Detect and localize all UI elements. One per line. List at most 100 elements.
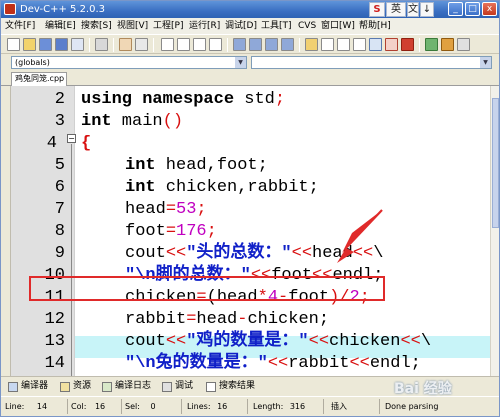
redo-icon[interactable] — [135, 38, 148, 51]
print-icon[interactable] — [95, 38, 108, 51]
menu-cvs[interactable]: CVS — [298, 20, 316, 32]
chevron-down-icon[interactable]: ▼ — [235, 57, 246, 68]
ime-extra-button[interactable]: 文 — [407, 2, 419, 17]
menu-window[interactable]: 窗口[W] — [321, 20, 355, 32]
toolbar-separator — [153, 38, 154, 52]
line-number: 8 — [54, 222, 65, 241]
code-line-8: foot=176; — [125, 222, 217, 241]
code-line-7: head=53; — [125, 200, 207, 219]
window-controls: _ □ x — [448, 2, 497, 16]
save-icon[interactable] — [39, 38, 52, 51]
fold-guide-line — [71, 144, 72, 376]
file-tab-bar: 鸡兔同笼.cpp — [1, 71, 499, 86]
maximize-button[interactable]: □ — [465, 2, 480, 16]
menu-file[interactable]: 文件[F] — [5, 20, 35, 32]
menu-help[interactable]: 帮助[H] — [359, 20, 391, 32]
menu-debug[interactable]: 调试[D] — [225, 20, 257, 32]
scope-combo[interactable]: (globals) ▼ — [11, 56, 247, 69]
grid-icon[interactable] — [321, 38, 334, 51]
back-icon[interactable] — [425, 38, 438, 51]
ime-logo-icon[interactable]: S — [369, 2, 385, 17]
code-line-12: rabbit=head-chicken; — [125, 310, 330, 329]
layout-icon[interactable] — [337, 38, 350, 51]
tab-file[interactable]: 鸡兔同笼.cpp — [11, 72, 67, 86]
menu-view[interactable]: 视图[V] — [117, 20, 148, 32]
replace-icon[interactable] — [177, 38, 190, 51]
menu-tools[interactable]: 工具[T] — [261, 20, 292, 32]
code-line-5: int head,foot; — [125, 156, 268, 175]
member-combo[interactable]: ▼ — [251, 56, 492, 69]
open-folder-icon[interactable] — [23, 38, 36, 51]
toolbar-separator — [419, 38, 420, 52]
line-number: 9 — [54, 244, 65, 263]
baidu-jingyan-watermark: Bai 经验 — [394, 381, 452, 397]
line-number: 14 — [44, 354, 65, 373]
line-number: 4 — [46, 134, 57, 153]
code-editor[interactable]: 2 3 4 5 6 7 8 9 10 11 12 13 14 15 − usin… — [11, 86, 490, 376]
project-pane-collapsed[interactable] — [1, 86, 11, 376]
app-icon — [4, 3, 16, 15]
status-separator — [181, 399, 182, 414]
scope-bar: (globals) ▼ ▼ — [1, 54, 499, 71]
code-line-6: int chicken,rabbit; — [125, 178, 319, 197]
run-icon[interactable] — [249, 38, 262, 51]
title-bar[interactable]: Dev-C++ 5.2.0.3 S 英 文 ↓ _ □ x — [1, 1, 499, 18]
tab-resources[interactable]: 资源 — [59, 380, 91, 394]
menu-bar: 文件[F] 编辑[E] 搜索[S] 视图[V] 工程[P] 运行[R] 调试[D… — [1, 18, 499, 34]
annotation-highlight-box — [29, 276, 385, 301]
minimize-button[interactable]: _ — [448, 2, 463, 16]
undo-icon[interactable] — [119, 38, 132, 51]
tile-icon[interactable] — [353, 38, 366, 51]
tab-compiler[interactable]: 编译器 — [7, 380, 48, 394]
scrollbar-thumb[interactable] — [492, 98, 499, 228]
code-line-9: cout<<"头的总数："<<head<<\ — [125, 244, 384, 263]
status-bar: Line: 14 Col: 16 Sel: 0 Lines: 16 Length… — [1, 396, 499, 416]
tab-compile-log[interactable]: 编译日志 — [101, 380, 151, 394]
vertical-scrollbar[interactable] — [490, 86, 499, 376]
toolbar — [1, 34, 499, 54]
menu-run[interactable]: 运行[R] — [189, 20, 220, 32]
ime-toolbar: S 英 文 ↓ — [369, 2, 434, 17]
code-line-13: cout<<"鸡的数量是："<<chicken<<\ — [125, 332, 432, 351]
status-separator — [247, 399, 248, 414]
close-file-icon[interactable] — [71, 38, 84, 51]
tab-debug[interactable]: 调试 — [161, 380, 193, 394]
scope-combo-value: (globals) — [15, 58, 50, 67]
status-separator — [67, 399, 68, 414]
debug-icon[interactable] — [305, 38, 318, 51]
delete-icon[interactable] — [401, 38, 414, 51]
line-number: 2 — [54, 90, 65, 109]
code-line-2: using namespace std; — [81, 90, 286, 109]
line-number-gutter: 2 3 4 5 6 7 8 9 10 11 12 13 14 15 − — [11, 86, 76, 376]
check-icon[interactable] — [369, 38, 382, 51]
line-number: 6 — [54, 178, 65, 197]
chart-icon[interactable] — [385, 38, 398, 51]
menu-search[interactable]: 搜索[S] — [81, 20, 112, 32]
chevron-down-icon[interactable]: ▼ — [480, 57, 491, 68]
line-number: 7 — [54, 200, 65, 219]
exit-icon[interactable] — [457, 38, 470, 51]
status-separator — [379, 399, 380, 414]
resources-icon — [60, 382, 70, 392]
tab-search-results[interactable]: 搜索结果 — [205, 380, 255, 394]
ime-mode-toggle[interactable]: 英 — [386, 2, 406, 17]
menu-edit[interactable]: 编辑[E] — [45, 20, 76, 32]
compile-icon[interactable] — [233, 38, 246, 51]
new-file-icon[interactable] — [7, 38, 20, 51]
fold-toggle-icon[interactable]: − — [67, 134, 76, 143]
forward-icon[interactable] — [441, 38, 454, 51]
dev-cpp-window: Dev-C++ 5.2.0.3 S 英 文 ↓ _ □ x 文件[F] 编辑[E… — [0, 0, 500, 417]
close-button[interactable]: x — [482, 2, 497, 16]
goto-line-icon[interactable] — [209, 38, 222, 51]
status-line: Line: 14 — [5, 402, 48, 411]
find-icon[interactable] — [161, 38, 174, 51]
code-line-14: "\n兔的数量是："<<rabbit<<endl; — [125, 354, 421, 373]
ime-more-button[interactable]: ↓ — [420, 2, 434, 17]
line-number: 5 — [54, 156, 65, 175]
line-number: 12 — [44, 310, 65, 329]
rebuild-icon[interactable] — [281, 38, 294, 51]
save-all-icon[interactable] — [55, 38, 68, 51]
compile-run-icon[interactable] — [265, 38, 278, 51]
menu-project[interactable]: 工程[P] — [153, 20, 183, 32]
find-next-icon[interactable] — [193, 38, 206, 51]
